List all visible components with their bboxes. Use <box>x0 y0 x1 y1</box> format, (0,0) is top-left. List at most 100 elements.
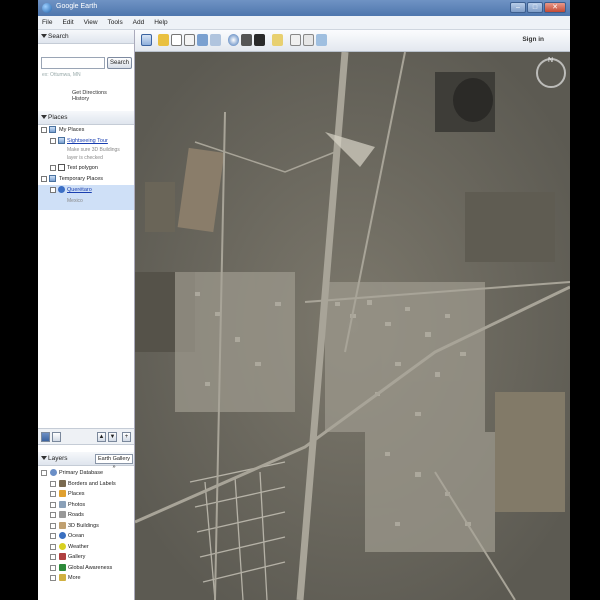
checkbox[interactable] <box>50 187 56 193</box>
new-folder-icon[interactable]: + <box>122 432 131 442</box>
tree-item-queretaro[interactable]: Querétaro <box>38 185 134 196</box>
layer-label: Photos <box>68 501 86 508</box>
placemark-icon <box>58 186 65 193</box>
email-icon[interactable] <box>290 34 301 46</box>
checkbox[interactable] <box>50 543 56 550</box>
overlay-icon[interactable] <box>197 34 208 46</box>
layer-photos[interactable]: Photos <box>38 500 134 511</box>
menu-view[interactable]: View <box>80 16 102 26</box>
layer-primary-database[interactable]: Primary Database <box>38 468 134 479</box>
layer-label: Global Awareness <box>68 564 113 571</box>
checkbox[interactable] <box>50 554 56 560</box>
checkbox[interactable] <box>50 564 56 571</box>
ocean-icon <box>59 532 66 539</box>
earth-gallery-button[interactable]: Earth Gallery » <box>95 454 133 470</box>
checkbox[interactable] <box>50 575 56 581</box>
checkbox[interactable] <box>50 501 56 508</box>
places-toggle-icon[interactable] <box>52 432 61 442</box>
tree-item-description: Make sure 3D Buildings <box>38 147 134 155</box>
tree-item-temporary-places[interactable]: Temporary Places <box>38 174 134 185</box>
move-up-icon[interactable]: ▲ <box>97 432 106 442</box>
tree-item-test-polygon[interactable]: Test polygon <box>38 163 134 174</box>
search-header[interactable]: Search <box>38 30 134 44</box>
menu-add[interactable]: Add <box>129 16 149 26</box>
search-results-toggle-icon[interactable] <box>41 432 50 442</box>
sign-in-link[interactable]: Sign in <box>522 36 544 43</box>
placemark-icon[interactable] <box>158 34 169 46</box>
historical-imagery-icon[interactable] <box>228 34 239 46</box>
sun-icon[interactable] <box>241 34 252 46</box>
checkbox[interactable] <box>41 127 47 133</box>
menu-tools[interactable]: Tools <box>104 16 127 26</box>
checkbox[interactable] <box>50 480 56 487</box>
menu-help[interactable]: Help <box>150 16 171 26</box>
history-link[interactable]: History <box>72 96 89 102</box>
minimize-button[interactable]: – <box>510 2 526 13</box>
tree-item-my-places[interactable]: My Places <box>38 125 134 136</box>
menu-edit[interactable]: Edit <box>58 16 77 26</box>
earth-map-view[interactable]: N <box>135 52 570 600</box>
checkbox[interactable] <box>50 522 56 529</box>
maximize-button[interactable]: □ <box>527 2 543 13</box>
places-icon <box>59 490 66 497</box>
checkbox[interactable] <box>41 470 47 476</box>
layers-header-label: Layers <box>48 455 68 462</box>
tree-item-label[interactable]: Querétaro <box>67 187 92 193</box>
layer-global-awareness[interactable]: Global Awareness <box>38 563 134 574</box>
layer-3d-buildings[interactable]: 3D Buildings <box>38 521 134 532</box>
layer-label: Ocean <box>68 533 85 539</box>
polygon-icon[interactable] <box>171 34 182 46</box>
polygon-icon <box>58 164 65 171</box>
places-tree: My Places Sightseeing Tour Make sure 3D … <box>38 125 134 210</box>
menu-bar: File Edit View Tools Add Help <box>38 16 570 30</box>
google-earth-window: Google Earth – □ ✕ File Edit View Tools … <box>38 0 570 600</box>
layer-list: Primary Database Borders and Labels Plac… <box>38 468 134 584</box>
compass-north-label: N <box>548 57 554 64</box>
building-icon <box>59 521 66 529</box>
search-button[interactable]: Search <box>107 57 132 69</box>
folder-icon <box>58 137 65 144</box>
tree-item-sightseeing-tour[interactable]: Sightseeing Tour <box>38 136 134 147</box>
menu-file[interactable]: File <box>38 16 56 26</box>
layer-weather[interactable]: Weather <box>38 542 134 553</box>
globe-icon <box>50 469 57 476</box>
tour-icon[interactable] <box>210 34 221 46</box>
checkbox[interactable] <box>50 491 56 497</box>
layer-roads[interactable]: Roads <box>38 510 134 521</box>
road-icon <box>59 511 66 518</box>
ruler-icon[interactable] <box>272 34 283 46</box>
search-input[interactable] <box>41 57 105 69</box>
layer-label: Places <box>68 491 85 497</box>
view-in-maps-icon[interactable] <box>316 34 327 46</box>
collapse-triangle-icon[interactable] <box>41 34 47 38</box>
tree-item-label[interactable]: Sightseeing Tour <box>67 138 108 144</box>
layer-label: Primary Database <box>59 470 104 476</box>
checkbox[interactable] <box>41 176 47 182</box>
close-button[interactable]: ✕ <box>544 2 566 13</box>
checkbox[interactable] <box>50 138 56 144</box>
tree-item-note: Make sure 3D Buildings <box>67 147 120 153</box>
layer-places[interactable]: Places <box>38 489 134 500</box>
print-icon[interactable] <box>303 34 314 46</box>
collapse-triangle-icon[interactable] <box>41 115 47 119</box>
collapse-triangle-icon[interactable] <box>41 456 47 460</box>
path-icon[interactable] <box>184 34 195 46</box>
sidebar: Search Search ex: Ottumwa, MN Get Direct… <box>38 30 135 600</box>
tree-item-label: Temporary Places <box>59 176 104 182</box>
folder-icon <box>49 175 56 182</box>
layer-borders-labels[interactable]: Borders and Labels <box>38 479 134 490</box>
checkbox[interactable] <box>50 533 56 539</box>
checkbox[interactable] <box>50 165 56 171</box>
layer-gallery[interactable]: Gallery <box>38 552 134 563</box>
move-down-icon[interactable]: ▼ <box>108 432 117 442</box>
planets-icon[interactable] <box>254 34 265 46</box>
tree-item-label: Test polygon <box>67 165 98 171</box>
photo-icon <box>59 500 66 508</box>
layer-more[interactable]: More <box>38 573 134 584</box>
hide-sidebar-icon[interactable] <box>141 34 152 46</box>
compass-icon[interactable]: N <box>536 57 566 88</box>
weather-icon <box>59 542 66 550</box>
places-header[interactable]: Places <box>38 111 134 125</box>
checkbox[interactable] <box>50 512 56 518</box>
layer-ocean[interactable]: Ocean <box>38 531 134 542</box>
